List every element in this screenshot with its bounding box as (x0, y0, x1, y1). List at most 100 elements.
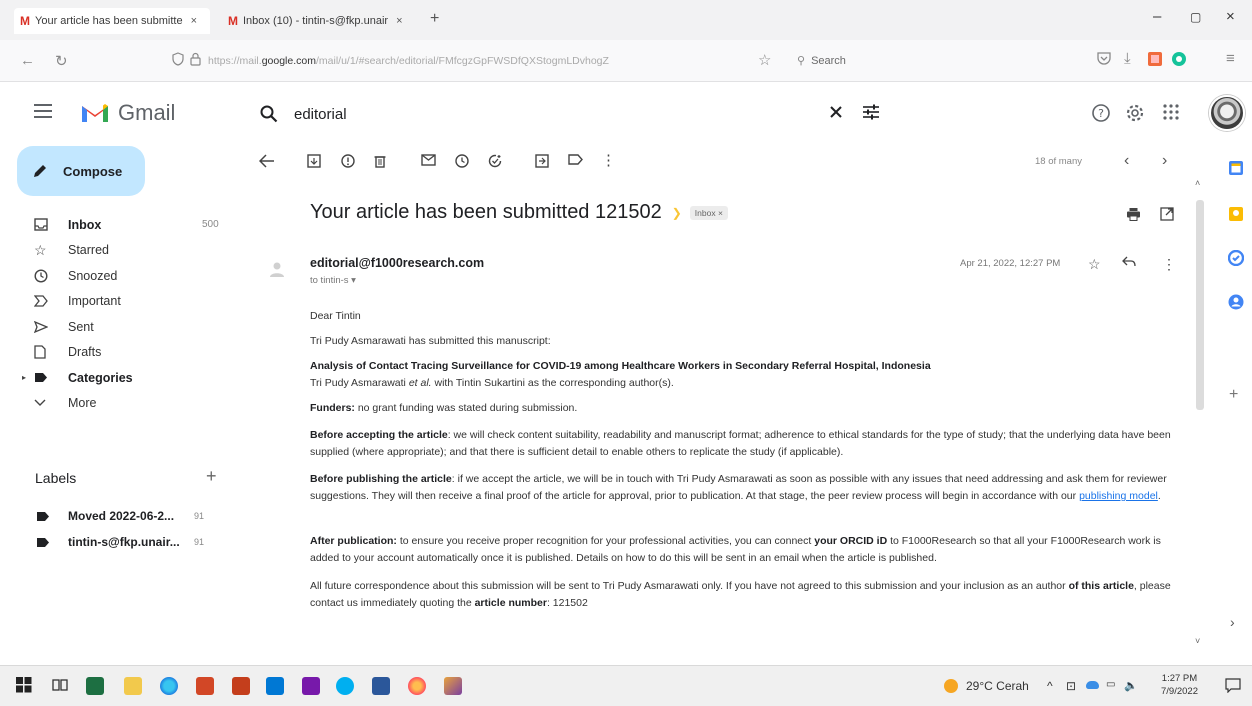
browser-search-box[interactable]: ⚲ Search (797, 49, 846, 73)
delete-icon[interactable] (374, 154, 386, 168)
important-marker-icon[interactable]: ❯ (672, 206, 682, 220)
move-to-icon[interactable] (535, 154, 549, 168)
search-icon[interactable] (260, 105, 278, 123)
gmail-header: Gmail editorial ? (0, 82, 1252, 146)
url-bar[interactable]: https://mail.google.com/mail/u/1/#search… (208, 49, 798, 73)
tasks-icon[interactable] (1228, 250, 1244, 266)
weather-text[interactable]: 29°C Cerah (966, 679, 1029, 693)
gmail-favicon-icon: M (20, 14, 30, 28)
clear-search-icon[interactable] (828, 104, 844, 120)
word-icon[interactable] (372, 677, 390, 695)
labels-icon[interactable] (568, 154, 583, 165)
onenote-icon[interactable] (302, 677, 320, 695)
more-message-options-icon[interactable]: ⋮ (1162, 256, 1176, 273)
sidebar-item-categories[interactable]: ▸ Categories (0, 365, 240, 391)
sidebar-item-snoozed[interactable]: Snoozed (0, 263, 240, 289)
help-icon[interactable]: ? (1092, 104, 1110, 122)
archive-icon[interactable] (307, 154, 321, 168)
windows-start-icon[interactable] (16, 677, 34, 695)
close-window-button[interactable]: × (1226, 8, 1235, 25)
sidebar-item-important[interactable]: Important (0, 289, 240, 315)
close-tab-icon[interactable]: × (191, 15, 197, 27)
speaker-icon[interactable]: 🔈 (1124, 679, 1138, 692)
tab-inbox[interactable]: M Inbox (10) - tintin-s@fkp.unair × (222, 8, 418, 34)
sidebar-item-starred[interactable]: ☆ Starred (0, 238, 240, 264)
sidebar-item-more[interactable]: More (0, 391, 240, 417)
outlook-icon[interactable] (266, 677, 284, 695)
reply-icon[interactable] (1122, 256, 1136, 267)
older-button[interactable]: › (1162, 152, 1167, 170)
skype-icon[interactable] (336, 677, 354, 695)
expand-arrow-icon[interactable]: ▸ (22, 373, 26, 382)
star-icon[interactable]: ☆ (1088, 256, 1101, 273)
app-icon[interactable] (444, 677, 462, 695)
more-options-icon[interactable]: ⋮ (601, 151, 616, 169)
back-arrow-icon[interactable]: ← (20, 52, 35, 69)
firefox-icon[interactable] (408, 677, 426, 695)
show-side-panel-icon[interactable]: › (1230, 614, 1235, 630)
article-title: Analysis of Contact Tracing Surveillance… (310, 360, 931, 372)
task-view-icon[interactable] (52, 677, 70, 695)
mark-unread-icon[interactable] (421, 154, 436, 166)
scroll-up-icon[interactable]: ˄ (1195, 178, 1200, 188)
recipient-details[interactable]: to tintin-s ▾ (310, 275, 356, 286)
main-menu-icon[interactable] (34, 104, 52, 118)
inbox-label-chip[interactable]: Inbox × (689, 205, 728, 220)
download-icon[interactable]: ⤓ (1124, 50, 1131, 67)
settings-gear-icon[interactable] (1126, 104, 1144, 122)
snooze-clock-icon[interactable] (455, 154, 469, 168)
open-new-window-icon[interactable] (1160, 207, 1174, 221)
scroll-down-icon[interactable]: ˅ (1195, 636, 1200, 646)
maximize-button[interactable]: ▢ (1190, 10, 1201, 24)
contacts-icon[interactable] (1228, 294, 1244, 310)
search-options-icon[interactable] (862, 104, 880, 120)
extension-icon[interactable] (1148, 52, 1162, 66)
minimize-button[interactable]: – (1153, 8, 1161, 25)
excel-icon[interactable] (86, 677, 104, 695)
reload-icon[interactable]: ↻ (55, 52, 68, 70)
publishing-model-link[interactable]: publishing model (1079, 490, 1158, 502)
sender-email[interactable]: editorial@f1000research.com (310, 256, 484, 270)
message-scrollbar[interactable]: ˄ ˅ (1193, 178, 1207, 648)
add-label-button[interactable]: + (206, 466, 217, 487)
scrollbar-thumb[interactable] (1196, 200, 1204, 410)
tab-article-submitted[interactable]: M Your article has been submitte × (14, 8, 210, 34)
get-addons-icon[interactable]: + (1229, 386, 1238, 404)
calendar-icon[interactable] (1228, 160, 1244, 176)
system-clock[interactable]: 1:27 PM 7/9/2022 (1161, 672, 1198, 698)
compose-button[interactable]: Compose (17, 146, 145, 196)
onedrive-icon[interactable] (1086, 681, 1099, 689)
label-item[interactable]: tintin-s@fkp.unair... 91 (0, 530, 240, 554)
label-item[interactable]: Moved 2022-06-2... 91 (0, 504, 240, 528)
back-to-search-icon[interactable] (259, 154, 275, 168)
new-tab-button[interactable]: + (430, 10, 439, 28)
pocket-icon[interactable] (1097, 52, 1111, 65)
access-icon[interactable] (196, 677, 214, 695)
powerpoint-icon[interactable] (232, 677, 250, 695)
report-spam-icon[interactable] (341, 154, 355, 168)
edge-browser-icon[interactable] (160, 677, 178, 695)
account-avatar[interactable] (1209, 95, 1245, 131)
search-input[interactable]: editorial (294, 106, 347, 123)
notifications-icon[interactable] (1225, 678, 1241, 693)
gmail-logo[interactable]: Gmail (80, 100, 175, 126)
network-icon[interactable]: ⊡ (1066, 679, 1076, 693)
newer-button[interactable]: ‹ (1124, 152, 1129, 170)
bookmark-star-icon[interactable]: ☆ (758, 51, 771, 69)
sidebar-item-drafts[interactable]: Drafts (0, 340, 240, 366)
keep-icon[interactable] (1228, 206, 1244, 222)
apps-grid-icon[interactable] (1163, 104, 1179, 120)
sidebar-item-inbox[interactable]: Inbox 500 (0, 212, 240, 238)
close-tab-icon[interactable]: × (396, 15, 402, 27)
gmail-search-bar[interactable]: editorial (250, 90, 900, 138)
battery-icon[interactable]: ▭ (1106, 679, 1115, 690)
lock-icon[interactable] (190, 52, 201, 66)
shield-icon[interactable] (172, 52, 184, 66)
tray-chevron-icon[interactable]: ^ (1047, 679, 1053, 693)
sidebar-item-sent[interactable]: Sent (0, 314, 240, 340)
file-explorer-icon[interactable] (124, 677, 142, 695)
add-to-tasks-icon[interactable] (488, 154, 503, 169)
grammarly-icon[interactable] (1172, 52, 1186, 66)
print-icon[interactable] (1126, 207, 1141, 221)
menu-icon[interactable]: ≡ (1226, 50, 1235, 67)
